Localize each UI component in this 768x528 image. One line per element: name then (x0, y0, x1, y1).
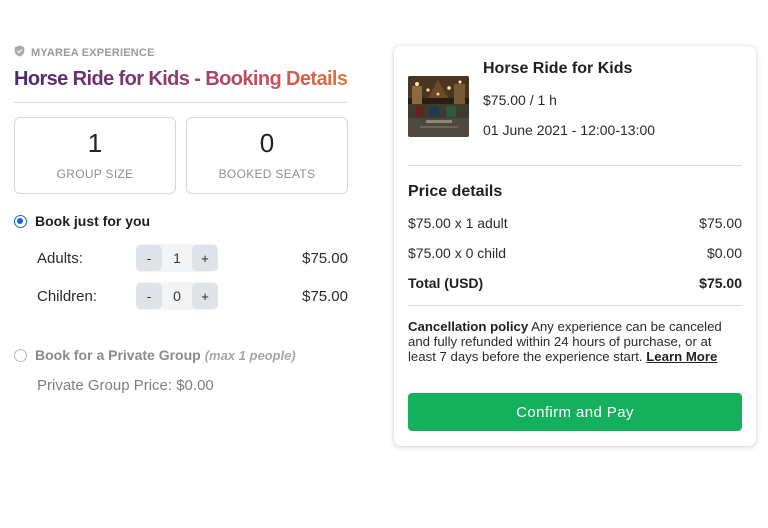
booked-seats-label: BOOKED SEATS (218, 167, 316, 181)
book-for-you-option[interactable]: Book just for you (14, 212, 348, 230)
price-line-amount: $75.00 (699, 215, 742, 231)
group-size-value: 1 (87, 128, 103, 158)
adults-row: Adults: - 1 + $75.00 (37, 244, 348, 272)
page-title: Horse Ride for Kids - Booking Details (14, 68, 348, 90)
private-group-label: Book for a Private Group (max 1 people) (35, 347, 296, 363)
experience-date: 01 June 2021 - 12:00-13:00 (483, 122, 656, 138)
divider (408, 165, 742, 166)
private-group-radio[interactable] (14, 348, 27, 362)
children-minus-button[interactable]: - (136, 283, 162, 309)
price-line-amount: $0.00 (706, 245, 742, 261)
price-line-label: $75.00 x 0 child (408, 245, 507, 261)
adults-stepper: - 1 + (136, 244, 218, 272)
divider (408, 305, 742, 306)
children-price: $75.00 (302, 287, 348, 305)
children-row: Children: - 0 + $75.00 (37, 282, 348, 310)
total-line: Total (USD) $75.00 (408, 275, 742, 291)
cancellation-policy: Cancellation policy Any experience can b… (408, 319, 742, 364)
price-details-title: Price details (408, 183, 503, 200)
price-line-label: $75.00 x 1 adult (408, 215, 508, 231)
booking-panel: MYAREA EXPERIENCE Horse Ride for Kids - … (14, 44, 348, 394)
adults-count: 1 (173, 250, 181, 266)
booked-seats-value: 0 (259, 128, 275, 158)
children-count: 0 (173, 288, 181, 304)
total-label: Total (USD) (408, 275, 484, 291)
order-summary-card: Horse Ride for Kids $75.00 / 1 h 01 June… (394, 46, 756, 446)
private-group-option[interactable]: Book for a Private Group (max 1 people) (14, 346, 348, 364)
children-label: Children: (37, 287, 98, 305)
adults-plus-button[interactable]: + (192, 245, 218, 271)
private-group-label-text: Book for a Private Group (35, 347, 201, 363)
price-line-child: $75.00 x 0 child $0.00 (408, 245, 742, 261)
group-size-card: 1 GROUP SIZE (14, 117, 176, 194)
confirm-and-pay-button[interactable]: Confirm and Pay (408, 393, 742, 431)
private-group-price: Private Group Price: $0.00 (37, 377, 214, 394)
private-group-note: (max 1 people) (204, 348, 296, 363)
book-for-you-radio[interactable] (14, 214, 27, 228)
experience-price: $75.00 / 1 h (483, 92, 557, 108)
children-plus-button[interactable]: + (192, 283, 218, 309)
adults-label: Adults: (37, 249, 83, 267)
booked-seats-card: 0 BOOKED SEATS (186, 117, 348, 194)
learn-more-link[interactable]: Learn More (646, 349, 717, 364)
group-size-label: GROUP SIZE (56, 167, 134, 181)
price-line-adult: $75.00 x 1 adult $75.00 (408, 215, 742, 231)
brand-name: MYAREA EXPERIENCE (31, 47, 155, 59)
experience-title: Horse Ride for Kids (483, 60, 633, 77)
experience-thumbnail (408, 76, 469, 137)
divider (14, 102, 348, 103)
stats: 1 GROUP SIZE 0 BOOKED SEATS (14, 117, 348, 194)
children-stepper: - 0 + (136, 282, 218, 310)
shield-icon (14, 44, 25, 62)
cancellation-policy-heading: Cancellation policy (408, 319, 529, 334)
total-amount: $75.00 (699, 275, 742, 291)
adults-minus-button[interactable]: - (136, 245, 162, 271)
brand: MYAREA EXPERIENCE (14, 44, 348, 62)
adults-price: $75.00 (302, 249, 348, 267)
book-for-you-label: Book just for you (35, 213, 151, 229)
